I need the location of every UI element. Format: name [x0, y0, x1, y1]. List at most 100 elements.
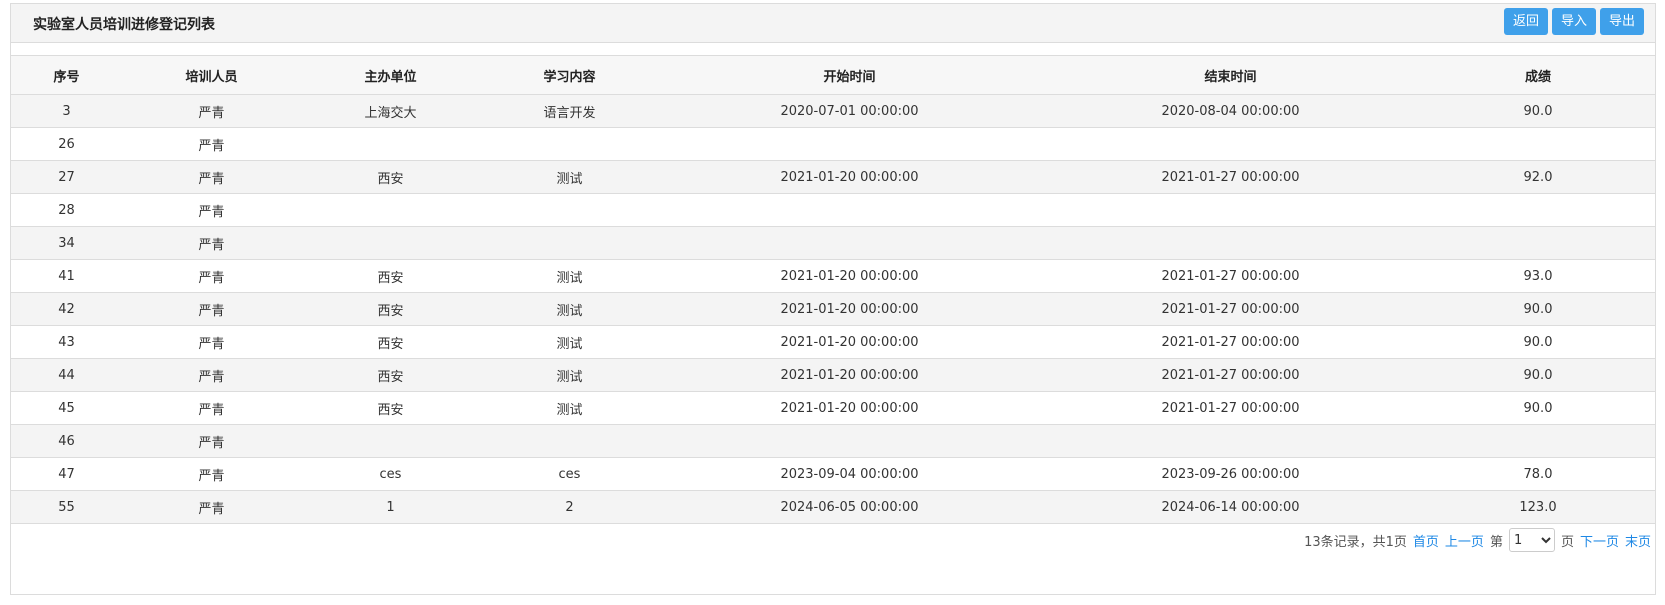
table-row[interactable]: 45 严青 西安 测试 2021-01-20 00:00:00 2021-01-27 00…	[11, 391, 1655, 425]
table-cell: 西安	[301, 325, 480, 359]
table-cell: 2020-08-04 00:00:00	[1040, 94, 1421, 128]
table-cell: 2021-01-27 00:00:00	[1040, 160, 1421, 194]
table-cell	[1040, 193, 1421, 227]
table-row[interactable]: 28 严青	[11, 193, 1655, 227]
page-select[interactable]: 1	[1508, 528, 1555, 552]
table-cell	[1421, 424, 1655, 458]
table-cell: 严青	[122, 193, 301, 227]
table-row[interactable]: 27 严青 西安 测试 2021-01-20 00:00:00 2021-01-27 00…	[11, 160, 1655, 194]
table-cell: 41	[11, 259, 122, 293]
table-cell	[480, 127, 659, 161]
table-row[interactable]: 55 严青 1 2 2024-06-05 00:00:00 2024-06-14 00:0…	[11, 490, 1655, 524]
table-cell: 90.0	[1421, 358, 1655, 392]
table-cell: 34	[11, 226, 122, 260]
table-row[interactable]: 34 严青	[11, 226, 1655, 260]
table-cell: 西安	[301, 292, 480, 326]
prev-page-link[interactable]: 上一页	[1445, 531, 1484, 550]
table-cell: 严青	[122, 127, 301, 161]
table-cell: 90.0	[1421, 391, 1655, 425]
table-cell: 92.0	[1421, 160, 1655, 194]
panel-header: 实验室人员培训进修登记列表 返回 导入 导出	[11, 4, 1655, 43]
page-title: 实验室人员培训进修登记列表	[33, 17, 215, 33]
table-cell: 2021-01-27 00:00:00	[1040, 391, 1421, 425]
table-row[interactable]: 42 严青 西安 测试 2021-01-20 00:00:00 2021-01-27 00…	[11, 292, 1655, 326]
page-prefix: 第	[1489, 534, 1503, 550]
table-cell: 2024-06-14 00:00:00	[1040, 490, 1421, 524]
table-cell: 2021-01-20 00:00:00	[659, 358, 1040, 392]
table-cell	[480, 226, 659, 260]
table-cell: 西安	[301, 391, 480, 425]
table-cell: 测试	[480, 292, 659, 326]
table-cell: 2021-01-20 00:00:00	[659, 160, 1040, 194]
table-cell: 严青	[122, 424, 301, 458]
table-cell: 2	[480, 490, 659, 524]
table-cell	[1040, 127, 1421, 161]
toolbar: 返回 导入 导出	[1503, 8, 1644, 35]
table-cell: 93.0	[1421, 259, 1655, 293]
table-cell: 42	[11, 292, 122, 326]
table-cell	[1040, 424, 1421, 458]
table-body: 3 严青 上海交大 语言开发 2020-07-01 00:00:00 2020-08-04…	[11, 94, 1655, 524]
table-cell: 严青	[122, 259, 301, 293]
first-page-link[interactable]: 首页	[1413, 531, 1439, 550]
table-cell: 78.0	[1421, 457, 1655, 491]
column-header: 主办单位	[301, 56, 480, 95]
table-cell: 严青	[122, 292, 301, 326]
table-row[interactable]: 43 严青 西安 测试 2021-01-20 00:00:00 2021-01-27 00…	[11, 325, 1655, 359]
table-cell: 28	[11, 193, 122, 227]
table-cell: 上海交大	[301, 94, 480, 128]
table-cell: 2024-06-05 00:00:00	[659, 490, 1040, 524]
table-cell: 27	[11, 160, 122, 194]
table-cell: 90.0	[1421, 94, 1655, 128]
training-list-panel: 实验室人员培训进修登记列表 返回 导入 导出 序号 培训人员 主办单位 学习内容 开始时…	[10, 3, 1656, 595]
column-header: 学习内容	[480, 56, 659, 95]
table-cell: 46	[11, 424, 122, 458]
table-cell: 严青	[122, 226, 301, 260]
table-row[interactable]: 3 严青 上海交大 语言开发 2020-07-01 00:00:00 2020-08-04…	[11, 94, 1655, 128]
table-cell: 2021-01-20 00:00:00	[659, 325, 1040, 359]
import-button[interactable]: 导入	[1551, 8, 1596, 35]
table-cell: ces	[480, 457, 659, 491]
table-cell	[301, 193, 480, 227]
table-row[interactable]: 44 严青 西安 测试 2021-01-20 00:00:00 2021-01-27 00…	[11, 358, 1655, 392]
table-cell: 严青	[122, 358, 301, 392]
table-row[interactable]: 41 严青 西安 测试 2021-01-20 00:00:00 2021-01-27 00…	[11, 259, 1655, 293]
column-header: 结束时间	[1040, 56, 1421, 95]
table-cell	[1421, 127, 1655, 161]
table-cell	[1040, 226, 1421, 260]
table-cell	[480, 424, 659, 458]
table-cell: 2021-01-20 00:00:00	[659, 292, 1040, 326]
table-cell: 2023-09-26 00:00:00	[1040, 457, 1421, 491]
table-cell: 44	[11, 358, 122, 392]
export-button[interactable]: 导出	[1599, 8, 1644, 35]
table-cell: 西安	[301, 358, 480, 392]
table-cell: 3	[11, 94, 122, 128]
column-header: 开始时间	[659, 56, 1040, 95]
table-header-row: 序号 培训人员 主办单位 学习内容 开始时间 结束时间 成绩	[11, 56, 1655, 95]
table-cell: 严青	[122, 325, 301, 359]
column-header: 培训人员	[122, 56, 301, 95]
last-page-link[interactable]: 末页	[1625, 531, 1651, 550]
table-row[interactable]: 26 严青	[11, 127, 1655, 161]
column-header: 成绩	[1421, 56, 1655, 95]
table-cell: 2021-01-20 00:00:00	[659, 391, 1040, 425]
table-row[interactable]: 46 严青	[11, 424, 1655, 458]
pagination-summary: 13条记录，共1页	[1304, 534, 1407, 550]
table-cell: 严青	[122, 391, 301, 425]
table-row[interactable]: 47 严青 ces ces 2023-09-04 00:00:00 2023-09-26 …	[11, 457, 1655, 491]
back-button[interactable]: 返回	[1503, 8, 1548, 35]
table-cell: 55	[11, 490, 122, 524]
table-cell	[1421, 226, 1655, 260]
page-suffix: 页	[1560, 534, 1574, 550]
table-cell: 2021-01-20 00:00:00	[659, 259, 1040, 293]
table-cell: 2021-01-27 00:00:00	[1040, 292, 1421, 326]
next-page-link[interactable]: 下一页	[1580, 531, 1619, 550]
table-cell: 1	[301, 490, 480, 524]
table-cell: 测试	[480, 325, 659, 359]
table-cell: 测试	[480, 358, 659, 392]
table-cell	[480, 193, 659, 227]
table-cell: 2020-07-01 00:00:00	[659, 94, 1040, 128]
table-cell	[1421, 193, 1655, 227]
table-cell: 47	[11, 457, 122, 491]
table-cell: 测试	[480, 259, 659, 293]
